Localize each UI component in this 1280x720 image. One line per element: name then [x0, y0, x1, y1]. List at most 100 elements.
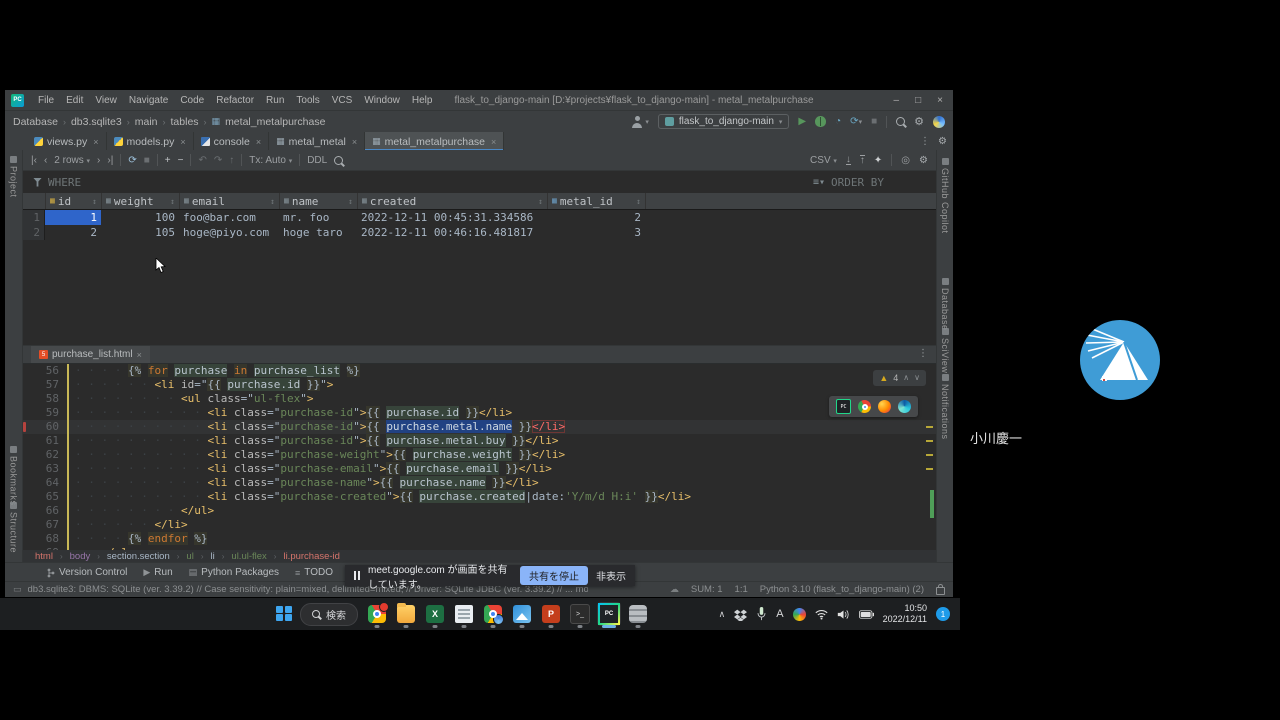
- toolwindow-version-control[interactable]: Version Control: [47, 567, 127, 578]
- taskbar-search[interactable]: 検索: [300, 603, 358, 626]
- add-row-button[interactable]: +: [165, 155, 171, 166]
- stop-sharing-button[interactable]: 共有を停止: [520, 566, 588, 585]
- close-tab-icon[interactable]: ×: [256, 137, 261, 147]
- cell-name[interactable]: mr. foo: [279, 210, 357, 225]
- editor-options-icon[interactable]: ⋮: [918, 348, 928, 359]
- taskbar-app-photos[interactable]: [510, 602, 534, 626]
- run-configuration-selector[interactable]: flask_to_django-main▾: [658, 114, 790, 129]
- menu-item-view[interactable]: View: [89, 95, 123, 106]
- cell-id[interactable]: 1: [45, 210, 101, 225]
- breadcrumb-tables[interactable]: tables: [171, 116, 199, 128]
- breadcrumb-db3-sqlite3[interactable]: db3.sqlite3: [71, 116, 122, 128]
- undo-icon[interactable]: ↶: [198, 155, 206, 166]
- speaker-icon[interactable]: [837, 609, 850, 620]
- breadcrumb-section-section[interactable]: section.section: [107, 551, 170, 562]
- battery-icon[interactable]: [859, 610, 874, 619]
- find-in-grid-icon[interactable]: [334, 156, 343, 165]
- run-button[interactable]: ▶: [798, 116, 806, 127]
- inspection-widget[interactable]: ▲ 4 ∧ ∨: [873, 370, 926, 386]
- toolwindow-todo[interactable]: ≡TODO: [295, 567, 333, 578]
- export-data-icon[interactable]: ↓: [846, 155, 851, 165]
- taskbar-app-chrome2[interactable]: [481, 602, 505, 626]
- prev-issue-icon[interactable]: ∧: [903, 371, 909, 385]
- reload-data-icon[interactable]: ⟳: [128, 155, 136, 166]
- breadcrumb-main[interactable]: main: [135, 116, 158, 128]
- breadcrumb-li[interactable]: li: [211, 551, 215, 562]
- close-tab-icon[interactable]: ×: [352, 137, 357, 147]
- menu-item-run[interactable]: Run: [260, 95, 290, 106]
- preview-firefox-icon[interactable]: [878, 400, 891, 413]
- redo-icon[interactable]: ↷: [214, 155, 222, 166]
- cell-weight[interactable]: 105: [101, 225, 179, 240]
- ime-indicator[interactable]: A: [776, 608, 783, 620]
- cell-email[interactable]: foo@bar.com: [179, 210, 279, 225]
- sort-indicator-icon[interactable]: ↕: [270, 197, 275, 206]
- user-account-button[interactable]: ▾: [631, 116, 649, 128]
- ddl-button[interactable]: DDL: [307, 155, 327, 166]
- first-page-button[interactable]: |‹: [31, 155, 37, 166]
- cell-weight[interactable]: 100: [101, 210, 179, 225]
- tab-models-py[interactable]: models.py×: [107, 132, 194, 151]
- transaction-mode-selector[interactable]: Tx: Auto ▾: [249, 155, 292, 166]
- view-options-icon[interactable]: ◎: [901, 155, 910, 166]
- minimize-button[interactable]: –: [894, 95, 900, 106]
- column-header-email[interactable]: ▦email↕: [180, 193, 280, 209]
- cloud-sync-icon[interactable]: ☁: [670, 584, 679, 595]
- tab-console[interactable]: console×: [194, 132, 269, 151]
- sort-indicator-icon[interactable]: ↕: [92, 197, 97, 206]
- sort-indicator-icon[interactable]: ↕: [348, 197, 353, 206]
- menu-item-file[interactable]: File: [32, 95, 60, 106]
- hide-bar-button[interactable]: 非表示: [596, 568, 626, 583]
- menu-item-edit[interactable]: Edit: [60, 95, 89, 106]
- taskbar-clock[interactable]: 10:50 2022/12/11: [883, 603, 927, 625]
- toolwindow-python-packages[interactable]: ▤Python Packages: [189, 567, 279, 578]
- meet-participant-tile[interactable]: 小川慶一: [960, 0, 1280, 720]
- grid-settings-gear-icon[interactable]: ⚙: [919, 155, 928, 166]
- browser-profile-icon[interactable]: [793, 608, 806, 621]
- stop-query-icon[interactable]: ■: [144, 155, 150, 166]
- preview-chrome-icon[interactable]: [858, 400, 871, 413]
- debug-button[interactable]: [815, 116, 826, 127]
- tab-metal_metalpurchase[interactable]: ▦metal_metalpurchase×: [365, 132, 504, 151]
- menu-item-navigate[interactable]: Navigate: [123, 95, 174, 106]
- sum-indicator[interactable]: SUM: 1: [691, 584, 723, 595]
- cell-metal_id[interactable]: 3: [547, 225, 645, 240]
- stripe-sciview[interactable]: SciView: [937, 328, 953, 373]
- start-button[interactable]: [276, 606, 293, 623]
- order-by-field[interactable]: ≡▾ ORDER BY: [813, 176, 884, 189]
- close-tab-icon[interactable]: ×: [180, 137, 185, 147]
- taskbar-app-dbtool[interactable]: [626, 602, 650, 626]
- ai-assist-icon[interactable]: ✦: [874, 155, 882, 166]
- code-editor[interactable]: 56· · · · {% for purchase in purchase_li…: [23, 364, 936, 550]
- delete-row-button[interactable]: −: [178, 155, 184, 166]
- search-everywhere-icon[interactable]: [896, 117, 905, 126]
- python-interpreter[interactable]: Python 3.10 (flask_to_django-main) (2): [760, 584, 924, 595]
- menu-item-help[interactable]: Help: [406, 95, 439, 106]
- column-header-id[interactable]: ▦id↕: [46, 193, 102, 209]
- next-page-button[interactable]: ›: [97, 155, 100, 166]
- maximize-button[interactable]: □: [915, 95, 921, 106]
- stripe-notifications[interactable]: Notifications: [937, 374, 953, 440]
- menu-item-window[interactable]: Window: [358, 95, 406, 106]
- editor-settings-gear-icon[interactable]: ⚙: [938, 136, 947, 147]
- dropbox-icon[interactable]: [734, 608, 747, 621]
- menu-item-refactor[interactable]: Refactor: [210, 95, 260, 106]
- taskbar-app-powerpoint[interactable]: P: [539, 602, 563, 626]
- last-page-button[interactable]: ›|: [107, 155, 113, 166]
- cell-name[interactable]: hoge taro: [279, 225, 357, 240]
- preview-pycharm-icon[interactable]: PC: [836, 399, 851, 414]
- tab-views-py[interactable]: views.py×: [27, 132, 107, 151]
- sort-indicator-icon[interactable]: ↕: [170, 197, 175, 206]
- sort-indicator-icon[interactable]: ↕: [636, 197, 641, 206]
- tab-metal_metal[interactable]: ▦metal_metal×: [269, 132, 365, 151]
- close-button[interactable]: ×: [937, 95, 943, 106]
- coverage-button[interactable]: ◔: [835, 116, 841, 127]
- tab-purchase-list-html[interactable]: 5 purchase_list.html ×: [31, 346, 150, 363]
- close-tab-icon[interactable]: ×: [491, 137, 496, 147]
- settings-gear-icon[interactable]: ⚙: [914, 115, 924, 128]
- taskbar-app-explorer[interactable]: [394, 602, 418, 626]
- breadcrumb-ul-ul-flex[interactable]: ul.ul-flex: [231, 551, 266, 562]
- column-header-name[interactable]: ▦name↕: [280, 193, 358, 209]
- stripe-project[interactable]: Project: [5, 156, 22, 198]
- cell-created[interactable]: 2022-12-11 00:45:31.334586: [357, 210, 547, 225]
